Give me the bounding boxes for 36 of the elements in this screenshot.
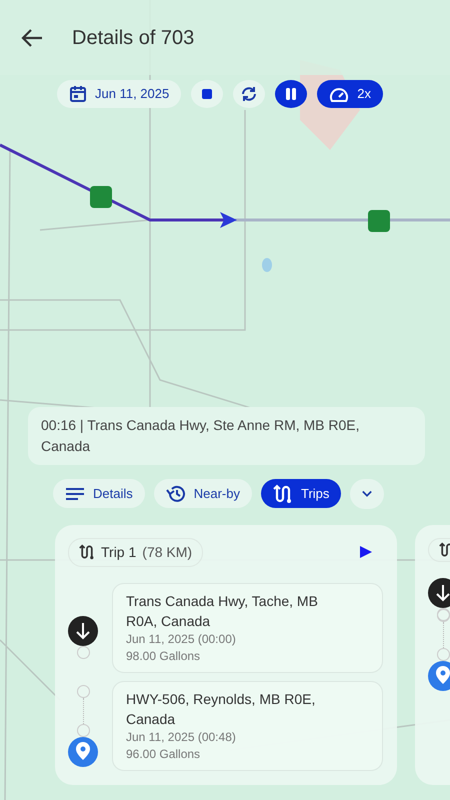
play-icon[interactable]	[359, 545, 373, 560]
back-icon[interactable]	[20, 28, 44, 48]
refresh-icon	[240, 85, 258, 103]
stop-icon	[201, 88, 214, 100]
route-icon	[79, 544, 95, 560]
highway-sign-icon	[368, 210, 390, 232]
calendar-icon	[69, 85, 87, 103]
speedometer-icon	[329, 86, 350, 102]
route-icon	[439, 542, 450, 558]
route-icon	[273, 484, 293, 504]
stop-time: Jun 11, 2025 (00:00)	[126, 631, 237, 648]
location-text: 00:16 | Trans Canada Hwy, Ste Anne RM, MB R0E, Canada	[28, 406, 425, 465]
history-icon	[166, 484, 186, 504]
page-title: Details of 703	[72, 26, 194, 50]
date-button[interactable]: Jun 11, 2025	[57, 80, 182, 108]
stop-fuel: 96.00 Gallons	[126, 746, 202, 763]
trip-title: Trip 1 (78 KM)	[68, 538, 204, 567]
tab[interactable]: Details	[53, 479, 145, 508]
lake-shape	[262, 258, 272, 272]
stop-time: Jun 11, 2025 (00:48)	[126, 729, 237, 746]
timeline-dot	[76, 646, 90, 660]
arrow-down-icon	[428, 578, 450, 608]
arrow-down-icon	[68, 616, 98, 646]
lines-icon	[65, 486, 85, 502]
stop-address: Trans Canada Hwy, Tache, MB R0A, Canada	[126, 592, 319, 631]
stop-address: HWY-506, Reynolds, MB R0E, Canada	[126, 690, 316, 730]
tab[interactable]: Trips	[261, 479, 342, 508]
pin-icon	[68, 736, 98, 767]
pin-icon	[428, 660, 450, 691]
speed-button[interactable]: 2x	[317, 80, 383, 108]
chevron-down-icon	[362, 490, 372, 498]
timeline-dot	[76, 684, 90, 698]
highway-sign-icon	[90, 186, 112, 208]
stop-fuel: 98.00 Gallons	[126, 648, 202, 665]
tab[interactable]: Near-by	[154, 479, 252, 508]
pause-icon	[285, 87, 298, 101]
